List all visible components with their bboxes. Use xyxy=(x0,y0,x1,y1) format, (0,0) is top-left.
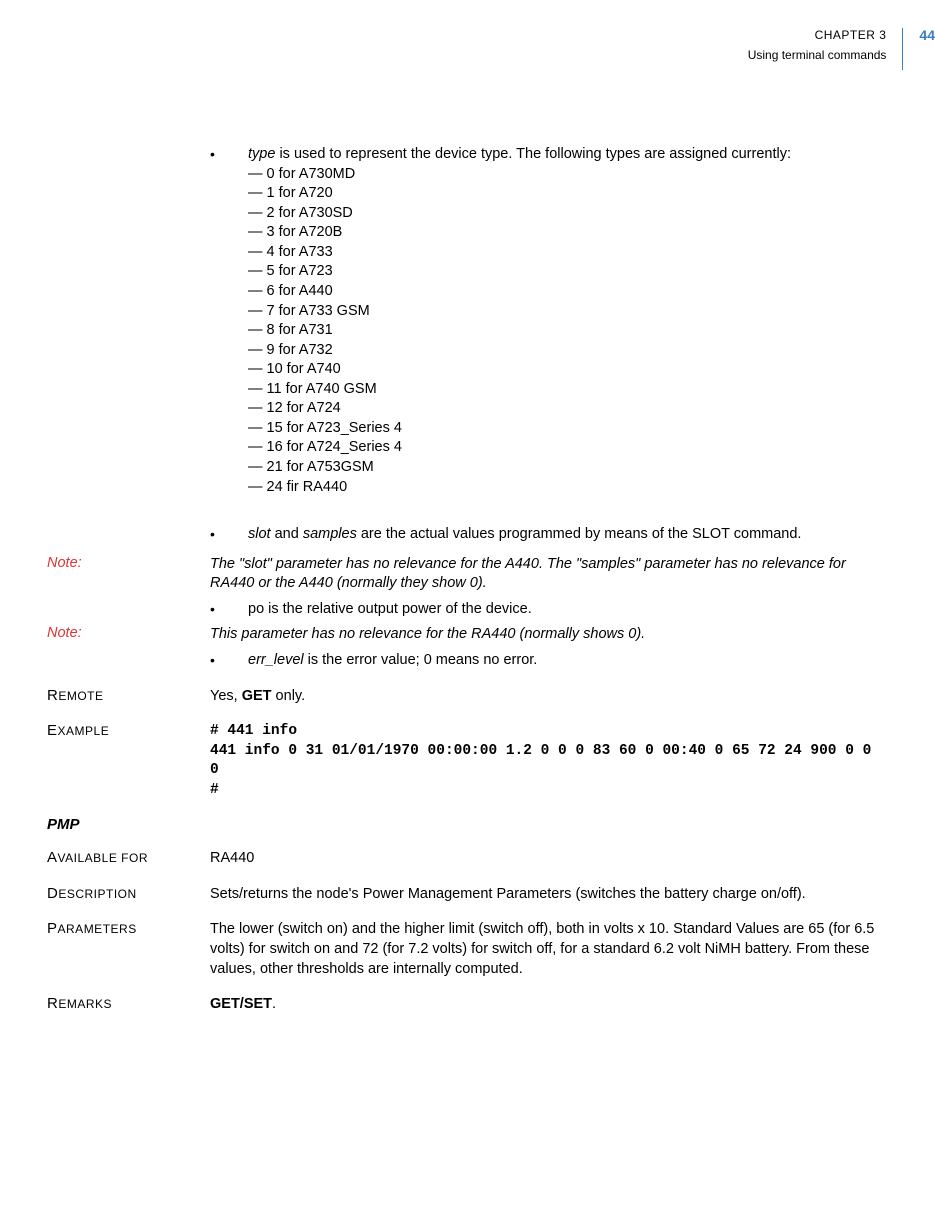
remarks-post: . xyxy=(272,996,276,1012)
bullet-slot-samples: • slot and samples are the actual values… xyxy=(47,525,887,545)
remarks-getset: GET/SET xyxy=(210,996,272,1012)
errlevel-keyword: err_level xyxy=(248,652,304,668)
type-item: — 1 for A720 xyxy=(248,184,887,204)
bullet-marker: • xyxy=(210,525,248,544)
note-label: Note: xyxy=(47,555,210,571)
type-item: — 6 for A440 xyxy=(248,282,887,302)
note-body: The "slot" parameter has no relevance fo… xyxy=(210,555,887,594)
type-item: — 2 for A730SD xyxy=(248,204,887,224)
remote-post: only. xyxy=(272,688,306,704)
type-item: — 8 for A731 xyxy=(248,321,887,341)
type-item: — 9 for A732 xyxy=(248,341,887,361)
bullet-err-level: • err_level is the error value; 0 means … xyxy=(47,651,887,671)
bullet-marker: • xyxy=(210,600,248,619)
example-label: EXAMPLE xyxy=(47,722,210,739)
description-label: DESCRIPTION xyxy=(47,885,210,902)
available-for-row: AVAILABLE FOR RA440 xyxy=(47,849,887,869)
errlevel-text: is the error value; 0 means no error. xyxy=(304,652,538,668)
type-item: — 12 for A724 xyxy=(248,399,887,419)
type-item: — 0 for A730MD xyxy=(248,165,887,185)
remote-get: GET xyxy=(242,688,272,704)
type-item: — 11 for A740 GSM xyxy=(248,380,887,400)
bullet-type: • type is used to represent the device t… xyxy=(47,145,887,497)
parameters-row: PARAMETERS The lower (switch on) and the… xyxy=(47,920,887,979)
available-for-label: AVAILABLE FOR xyxy=(47,849,210,866)
chapter-label: CHAPTER 3 xyxy=(748,28,887,42)
type-item: — 24 fir RA440 xyxy=(248,478,887,498)
parameters-label: PARAMETERS xyxy=(47,920,210,937)
bullet-marker: • xyxy=(210,651,248,670)
bullet-marker: • xyxy=(210,145,248,164)
available-for-value: RA440 xyxy=(210,849,887,869)
slot-samples-text: are the actual values programmed by mean… xyxy=(357,526,802,542)
type-item: — 10 for A740 xyxy=(248,360,887,380)
page-header: CHAPTER 3 Using terminal commands 44 xyxy=(748,28,935,70)
slot-keyword: slot xyxy=(248,526,271,542)
header-text-block: CHAPTER 3 Using terminal commands xyxy=(748,28,904,70)
type-intro: is used to represent the device type. Th… xyxy=(275,146,791,162)
type-item: — 21 for A753GSM xyxy=(248,458,887,478)
type-item: — 7 for A733 GSM xyxy=(248,302,887,322)
parameters-value: The lower (switch on) and the higher lim… xyxy=(210,920,887,979)
chapter-subtitle: Using terminal commands xyxy=(748,48,887,62)
type-item: — 16 for A724_Series 4 xyxy=(248,438,887,458)
page: CHAPTER 3 Using terminal commands 44 • t… xyxy=(0,0,935,1205)
type-item: — 15 for A723_Series 4 xyxy=(248,419,887,439)
description-value: Sets/returns the node's Power Management… xyxy=(210,885,887,905)
page-number: 44 xyxy=(903,28,935,42)
remarks-label: REMARKS xyxy=(47,995,210,1012)
note-slot: Note: The "slot" parameter has no releva… xyxy=(47,555,887,594)
type-list: — 0 for A730MD — 1 for A720 — 2 for A730… xyxy=(248,165,887,498)
remote-pre: Yes, xyxy=(210,688,242,704)
remarks-row: REMARKS GET/SET. xyxy=(47,995,887,1015)
pmp-heading: PMP xyxy=(47,816,887,833)
type-keyword: type xyxy=(248,146,275,162)
type-item: — 3 for A720B xyxy=(248,223,887,243)
description-row: DESCRIPTION Sets/returns the node's Powe… xyxy=(47,885,887,905)
note-label: Note: xyxy=(47,625,210,641)
note-body: This parameter has no relevance for the … xyxy=(210,625,887,645)
bullet-po: • po is the relative output power of the… xyxy=(47,600,887,620)
samples-keyword: samples xyxy=(303,526,357,542)
page-content: • type is used to represent the device t… xyxy=(47,145,887,1021)
example-row: EXAMPLE # 441 info 441 info 0 31 01/01/1… xyxy=(47,722,887,800)
remote-label: REMOTE xyxy=(47,687,210,704)
remote-row: REMOTE Yes, GET only. xyxy=(47,687,887,707)
example-code: # 441 info 441 info 0 31 01/01/1970 00:0… xyxy=(210,722,887,800)
po-text: po is the relative output power of the d… xyxy=(248,600,887,620)
note-po: Note: This parameter has no relevance fo… xyxy=(47,625,887,645)
type-item: — 4 for A733 xyxy=(248,243,887,263)
type-item: — 5 for A723 xyxy=(248,262,887,282)
